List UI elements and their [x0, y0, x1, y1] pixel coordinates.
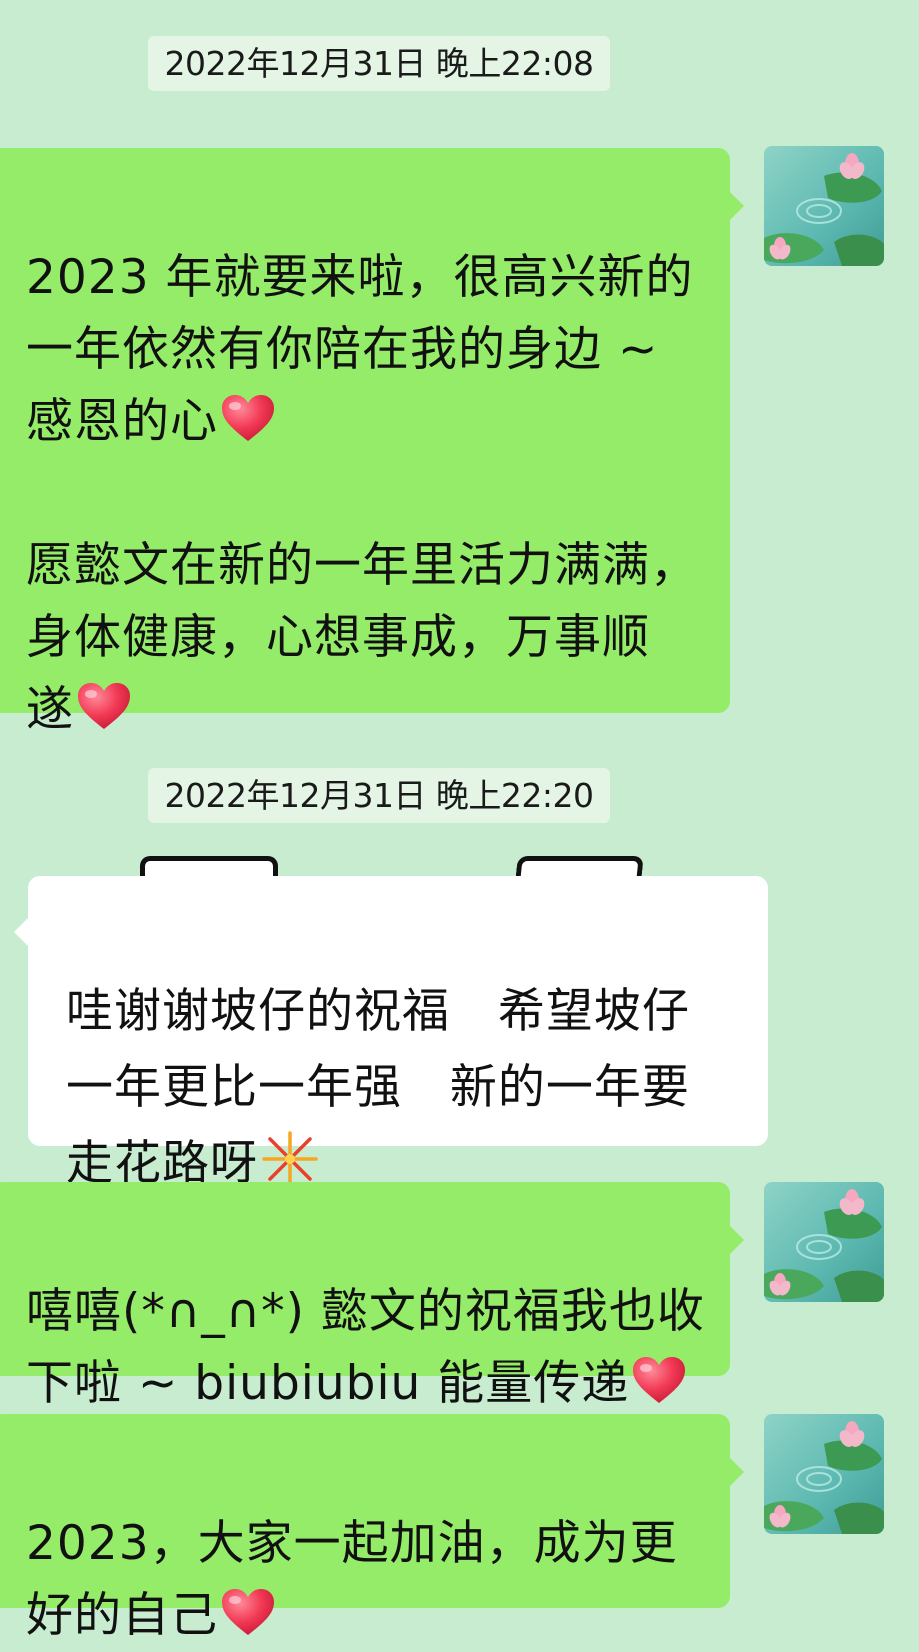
message-bubble-outgoing[interactable]: 嘻嘻(*∩_∩*) 懿文的祝福我也收 下啦 ~ biubiubiu 能量传递 — [0, 1182, 744, 1411]
message-line: 感恩的心 — [26, 394, 218, 449]
message-line: 身体健康，心想事成，万事顺 — [26, 610, 650, 665]
lotus-pond-avatar-icon — [764, 146, 884, 266]
timestamp: 2022年12月31日 晚上22:20 — [148, 768, 610, 823]
heart-icon — [220, 1587, 276, 1637]
message-bubble-incoming[interactable]: 哇谢谢坡仔的祝福 希望坡仔 一年更比一年强 新的一年要 走花路呀 — [14, 876, 768, 1191]
lotus-pond-avatar-icon — [764, 1414, 884, 1534]
message-line: 2023 年就要来啦，很高兴新的 — [26, 250, 694, 305]
message-line: 一年更比一年强 新的一年要 — [66, 1060, 690, 1115]
avatar[interactable] — [764, 146, 884, 266]
message-bubble-outgoing[interactable]: 2023 年就要来啦，很高兴新的 一年依然有你陪在我的身边 ~ 感恩的心 愿懿文… — [0, 148, 744, 737]
heart-icon — [220, 393, 276, 443]
message-line: 好的自己 — [26, 1588, 218, 1643]
avatar[interactable] — [764, 1414, 884, 1534]
message-line: 哇谢谢坡仔的祝福 希望坡仔 — [66, 984, 690, 1039]
firework-icon — [260, 1129, 320, 1189]
heart-icon — [631, 1355, 687, 1405]
message-line: 下啦 ~ biubiubiu 能量传递 — [26, 1356, 630, 1411]
lotus-pond-avatar-icon — [764, 1182, 884, 1302]
message-line: 2023，大家一起加油，成为更 — [26, 1516, 678, 1571]
timestamp: 2022年12月31日 晚上22:08 — [148, 36, 610, 91]
message-bubble-outgoing[interactable]: 2023，大家一起加油，成为更 好的自己 — [0, 1414, 744, 1643]
heart-icon — [76, 681, 132, 731]
message-line: 嘻嘻(*∩_∩*) 懿文的祝福我也收 — [26, 1284, 705, 1339]
message-line: 愿懿文在新的一年里活力满满， — [26, 538, 698, 593]
avatar[interactable] — [764, 1182, 884, 1302]
message-line: 遂 — [26, 682, 74, 737]
message-line: 一年依然有你陪在我的身边 ~ — [26, 322, 659, 377]
